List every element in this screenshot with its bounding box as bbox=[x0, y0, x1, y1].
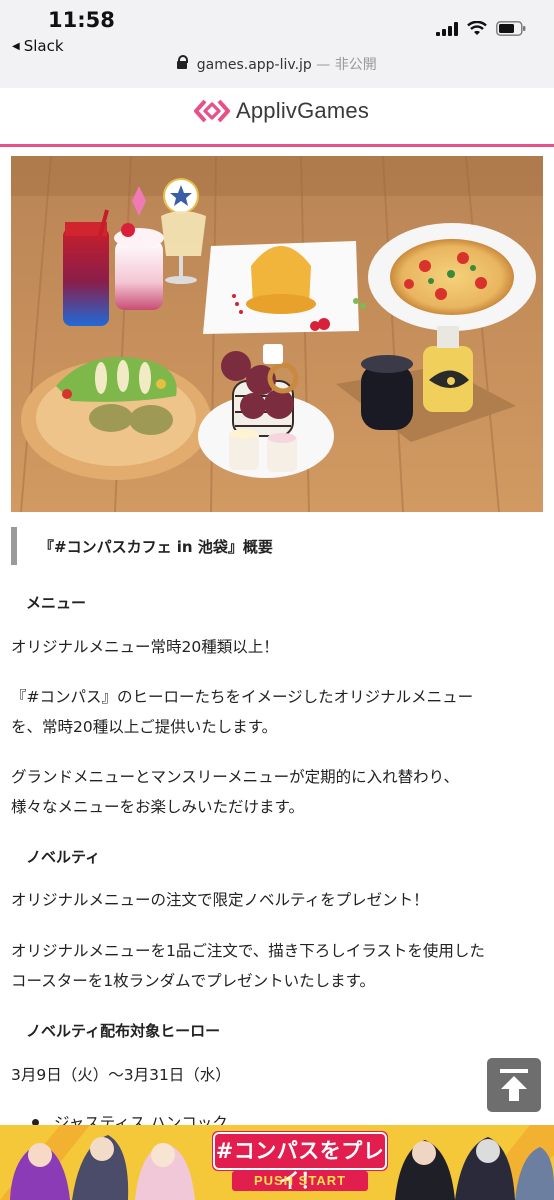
status-time: 11:58 bbox=[48, 8, 115, 32]
wifi-icon bbox=[467, 21, 487, 35]
menu-paragraph-2-line-2: 様々なメニューをお楽しみいただけます。 bbox=[11, 798, 304, 816]
brand-name: ApplivGames bbox=[236, 98, 370, 123]
novelty-paragraph-line-1: オリジナルメニューを1品ご注文で、描き下ろしイラストを使用した bbox=[11, 942, 485, 960]
novelty-paragraph-line-2: コースターを1枚ランダムでプレゼントいたします。 bbox=[11, 972, 376, 990]
cafe-food-photo bbox=[11, 156, 543, 512]
hero-image bbox=[11, 156, 543, 512]
menu-subheading: メニュー bbox=[26, 594, 87, 612]
menu-paragraph-1-line-1: 『#コンパス』のヒーローたちをイメージしたオリジナルメニュー bbox=[11, 688, 474, 706]
url-privacy-label: — 非公開 bbox=[311, 57, 377, 73]
arrow-up-to-top-icon bbox=[500, 1069, 528, 1101]
back-to-app-link[interactable]: ◀ Slack bbox=[12, 37, 64, 55]
signal-icon bbox=[436, 21, 458, 36]
back-to-top-button[interactable] bbox=[487, 1058, 541, 1112]
back-triangle-icon: ◀ bbox=[12, 40, 20, 52]
back-app-label: Slack bbox=[23, 37, 64, 55]
menu-lead-text: オリジナルメニュー常時20種類以上！ bbox=[11, 638, 279, 656]
novelty-heroes-subheading: ノベルティ配布対象ヒーロー bbox=[26, 1022, 221, 1040]
menu-paragraph-2-line-1: グランドメニューとマンスリーメニューが定期的に入れ替わり、 bbox=[11, 768, 459, 786]
banner-subtitle: PUSH START bbox=[253, 1173, 347, 1188]
site-logo[interactable]: ApplivGames bbox=[194, 98, 369, 124]
ad-banner[interactable]: #コンパスをプレイ！ PUSH START bbox=[0, 1125, 554, 1200]
status-bar: 11:58 ◀ Slack games.app-liv.jp — 非公開 bbox=[0, 0, 554, 88]
novelty-lead-text: オリジナルメニューの注文で限定ノベルティをプレゼント！ bbox=[11, 891, 429, 909]
applivgames-logo-icon bbox=[194, 99, 230, 123]
article-section-heading: 『#コンパスカフェ in 池袋』概要 bbox=[11, 527, 273, 565]
url-text: games.app-liv.jp bbox=[196, 57, 312, 73]
address-bar[interactable]: games.app-liv.jp — 非公開 bbox=[0, 54, 554, 74]
lock-icon bbox=[177, 55, 189, 69]
battery-icon bbox=[496, 21, 526, 36]
novelty-subheading: ノベルティ bbox=[26, 848, 101, 866]
novelty-period-text: 3月9日（火）～3月31日（水） bbox=[11, 1066, 231, 1084]
system-icons bbox=[436, 21, 526, 36]
site-header: ApplivGames bbox=[0, 88, 554, 147]
menu-paragraph-1-line-2: を、常時20種以上ご提供いたします。 bbox=[11, 718, 278, 736]
